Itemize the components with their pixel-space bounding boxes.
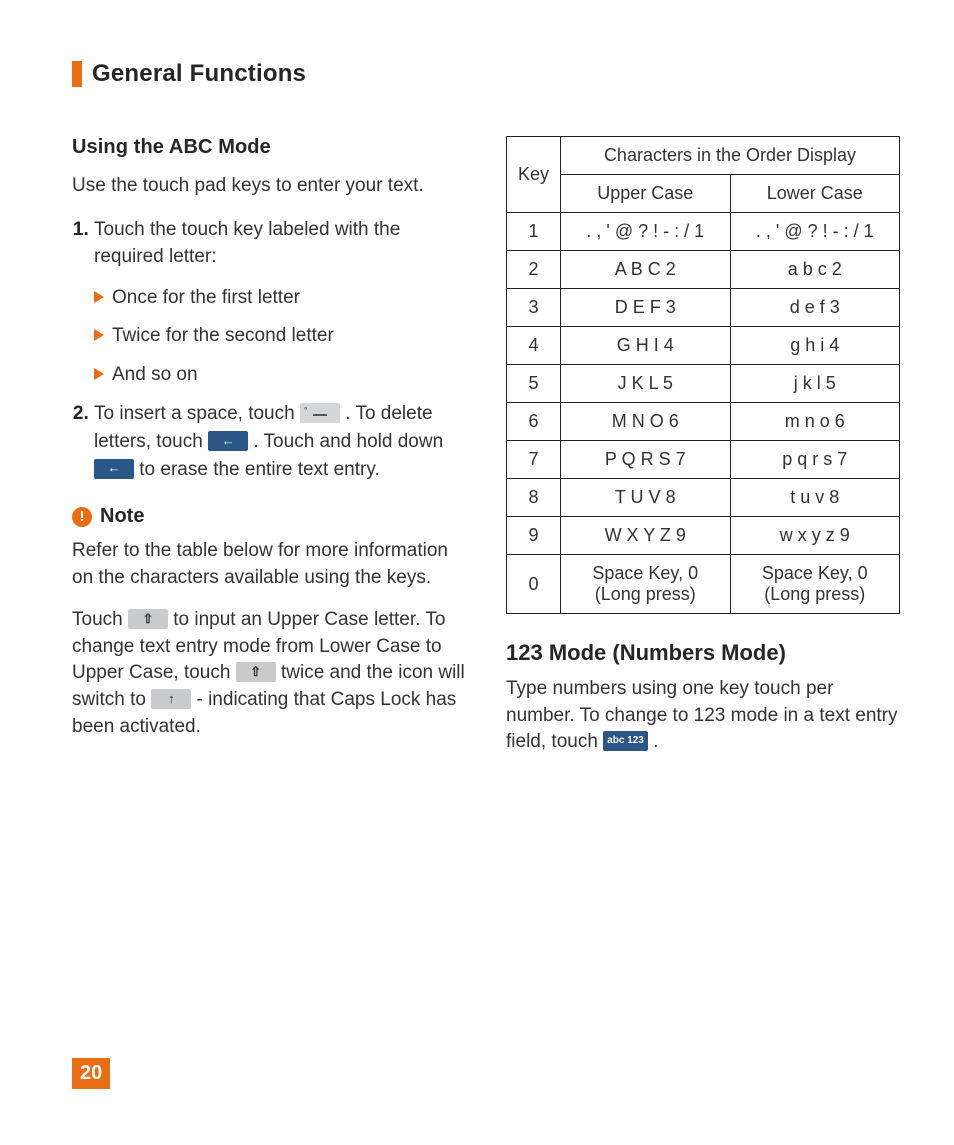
cell-key: 2 — [507, 251, 561, 289]
cell-lower: Space Key, 0 (Long press) — [730, 555, 900, 614]
note-label: Note — [100, 505, 144, 528]
note-heading-row: ! Note — [72, 505, 466, 528]
cell-key: 9 — [507, 517, 561, 555]
note-body: Refer to the table below for more inform… — [72, 538, 466, 591]
cell-upper: Space Key, 0 (Long press) — [561, 555, 731, 614]
cell-lower: m n o 6 — [730, 403, 900, 441]
character-table: Key Characters in the Order Display Uppe… — [506, 136, 900, 614]
cell-upper: . , ' @ ? ! - : / 1 — [561, 213, 731, 251]
triangle-icon — [94, 368, 104, 380]
table-row: 3D E F 3d e f 3 — [507, 289, 900, 327]
steps-list: Touch the touch key labeled with the req… — [72, 216, 466, 484]
backspace-key-icon — [94, 459, 134, 479]
table-row: 7P Q R S 7p q r s 7 — [507, 441, 900, 479]
th-key: Key — [507, 137, 561, 213]
cell-key: 8 — [507, 479, 561, 517]
cell-lower: t u v 8 — [730, 479, 900, 517]
cell-key: 4 — [507, 327, 561, 365]
cell-upper: P Q R S 7 — [561, 441, 731, 479]
table-row: 0Space Key, 0 (Long press)Space Key, 0 (… — [507, 555, 900, 614]
numbers-mode-body: Type numbers using one key touch per num… — [506, 676, 900, 756]
accent-bar — [72, 61, 82, 87]
shift-key-icon — [236, 662, 276, 682]
abc-123-mode-key-icon: abc 123 — [603, 731, 648, 751]
cell-upper: G H I 4 — [561, 327, 731, 365]
table-body: 1. , ' @ ? ! - : / 1. , ' @ ? ! - : / 1 … — [507, 213, 900, 614]
bullet-1-text: Once for the first letter — [112, 285, 300, 312]
table-row: 1. , ' @ ? ! - : / 1. , ' @ ? ! - : / 1 — [507, 213, 900, 251]
cell-key: 0 — [507, 555, 561, 614]
cell-lower: p q r s 7 — [730, 441, 900, 479]
note-badge-icon: ! — [72, 507, 92, 527]
abc-mode-heading: Using the ABC Mode — [72, 136, 466, 159]
table-row: 9W X Y Z 9w x y z 9 — [507, 517, 900, 555]
table-row: 2A B C 2a b c 2 — [507, 251, 900, 289]
cell-upper: A B C 2 — [561, 251, 731, 289]
table-row: 6M N O 6m n o 6 — [507, 403, 900, 441]
step-2-frag-a: To insert a space, touch — [94, 403, 300, 424]
numbers-mode-frag-b: . — [653, 731, 658, 752]
cell-lower: j k l 5 — [730, 365, 900, 403]
shift-key-icon — [128, 609, 168, 629]
abc-mode-intro: Use the touch pad keys to enter your tex… — [72, 173, 466, 200]
table-row: 8T U V 8t u v 8 — [507, 479, 900, 517]
step-1-bullets: Once for the first letter Twice for the … — [94, 285, 466, 389]
page-title-row: General Functions — [72, 60, 900, 88]
caps-lock-key-icon — [151, 689, 191, 709]
left-column: Using the ABC Mode Use the touch pad key… — [72, 136, 466, 772]
triangle-icon — [94, 291, 104, 303]
backspace-key-icon — [208, 431, 248, 451]
bullet-3: And so on — [94, 362, 466, 389]
cell-lower: a b c 2 — [730, 251, 900, 289]
cell-key: 1 — [507, 213, 561, 251]
cell-lower: w x y z 9 — [730, 517, 900, 555]
cell-lower: g h i 4 — [730, 327, 900, 365]
caps-paragraph: Touch to input an Upper Case letter. To … — [72, 607, 466, 740]
right-column: Key Characters in the Order Display Uppe… — [506, 136, 900, 772]
bullet-1: Once for the first letter — [94, 285, 466, 312]
step-1-text: Touch the touch key labeled with the req… — [94, 219, 400, 268]
th-upper: Upper Case — [561, 175, 731, 213]
caps-frag-a: Touch — [72, 609, 128, 630]
th-lower: Lower Case — [730, 175, 900, 213]
cell-key: 5 — [507, 365, 561, 403]
step-2: To insert a space, touch ° . To delete l… — [94, 400, 466, 483]
cell-upper: W X Y Z 9 — [561, 517, 731, 555]
cell-lower: d e f 3 — [730, 289, 900, 327]
step-2-frag-c: . Touch and hold down — [253, 431, 443, 452]
cell-key: 6 — [507, 403, 561, 441]
cell-key: 7 — [507, 441, 561, 479]
table-row: 5J K L 5j k l 5 — [507, 365, 900, 403]
bullet-2-text: Twice for the second letter — [112, 323, 334, 350]
cell-upper: M N O 6 — [561, 403, 731, 441]
triangle-icon — [94, 329, 104, 341]
cell-upper: J K L 5 — [561, 365, 731, 403]
th-span: Characters in the Order Display — [561, 137, 900, 175]
table-row: 4G H I 4g h i 4 — [507, 327, 900, 365]
cell-upper: D E F 3 — [561, 289, 731, 327]
numbers-mode-frag-a: Type numbers using one key touch per num… — [506, 678, 898, 752]
bullet-3-text: And so on — [112, 362, 198, 389]
numbers-mode-heading: 123 Mode (Numbers Mode) — [506, 640, 900, 666]
page-number: 20 — [72, 1058, 110, 1089]
bullet-2: Twice for the second letter — [94, 323, 466, 350]
cell-lower: . , ' @ ? ! - : / 1 — [730, 213, 900, 251]
cell-key: 3 — [507, 289, 561, 327]
cell-upper: T U V 8 — [561, 479, 731, 517]
page-title: General Functions — [92, 60, 306, 88]
step-2-frag-d: to erase the entire text entry. — [139, 459, 379, 480]
step-1: Touch the touch key labeled with the req… — [94, 216, 466, 389]
space-key-icon: ° — [300, 403, 340, 423]
